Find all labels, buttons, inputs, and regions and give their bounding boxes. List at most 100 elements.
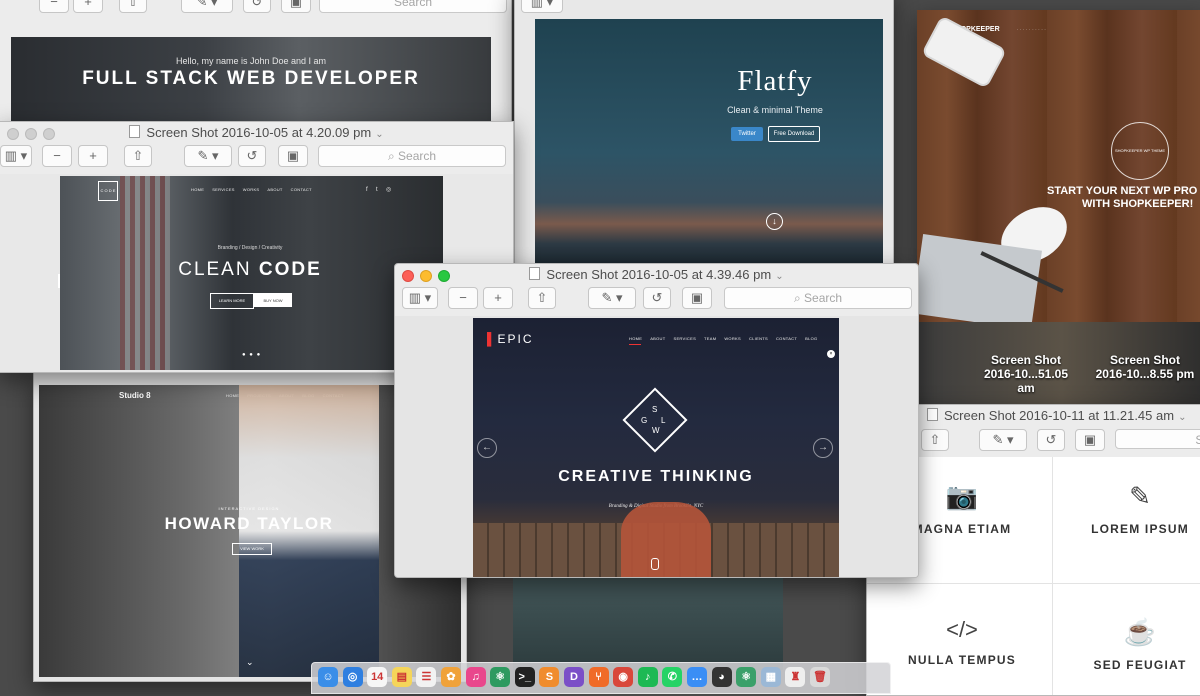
diamond-letter: W xyxy=(652,426,660,435)
zoom-in-button[interactable]: + xyxy=(483,287,513,309)
dock-chrome-icon[interactable]: ◉ xyxy=(613,667,634,687)
next-slide-button[interactable]: → xyxy=(813,438,833,458)
epic-logo-text: EPIC xyxy=(497,332,534,346)
dock-whatsapp-icon[interactable]: ✆ xyxy=(662,667,683,687)
file-label-line1: Screen Shot xyxy=(990,353,1062,367)
nav-link-home[interactable]: HOME xyxy=(629,336,642,341)
dock-atom-2-icon[interactable]: ⚛ xyxy=(736,667,757,687)
clean-code-tagline: Branding / Design / Creativity xyxy=(217,245,283,251)
chevron-down-icon[interactable]: ⌄ xyxy=(1178,412,1186,423)
nav-link-blog[interactable]: BLOG xyxy=(805,336,817,341)
dock-reminders-icon[interactable]: ☰ xyxy=(416,667,437,687)
dock-notes-icon[interactable]: ▤ xyxy=(391,667,412,687)
toolbox-button[interactable]: ▣ xyxy=(1075,429,1105,451)
dock-github-icon[interactable]: ◕ xyxy=(711,667,732,687)
zoom-out-button[interactable]: − xyxy=(448,287,478,309)
scroll-down-icon[interactable]: ⌄ xyxy=(246,657,254,668)
dock-dash-icon[interactable]: D xyxy=(564,667,584,687)
dock-itunes-icon[interactable]: ♫ xyxy=(465,667,486,687)
free-download-button[interactable]: Free Download xyxy=(768,126,820,142)
grid-divider-h xyxy=(867,583,1200,584)
background-shot-bottom xyxy=(513,575,783,670)
dock-preview-icon[interactable]: ▦ xyxy=(760,667,781,687)
scroll-down-icon[interactable]: ↓ xyxy=(766,213,783,230)
dock-atom-icon[interactable]: ⚛ xyxy=(490,667,511,687)
slider-dots[interactable]: ● ● ● xyxy=(242,352,261,358)
instagram-icon[interactable]: ◎ xyxy=(386,187,392,193)
nav-link-about[interactable]: ABOUT xyxy=(650,336,665,341)
nav-link-team[interactable]: TEAM xyxy=(704,336,716,341)
share-button[interactable]: ⇧ xyxy=(124,145,152,167)
window-epic[interactable]: Screen Shot 2016-10-05 at 4.39.46 pm ⌄ ▥ … xyxy=(394,263,919,578)
nav-link-home[interactable]: HOME xyxy=(226,393,239,398)
desktop-file-1[interactable]: Screen Shot 2016-10...51.05 am xyxy=(982,353,1070,395)
markup-button[interactable]: ✎ ▾ xyxy=(181,0,233,13)
dock-safari-icon[interactable]: ◎ xyxy=(342,667,363,687)
share-button[interactable]: ⇧ xyxy=(119,0,147,13)
zoom-out-button[interactable]: − xyxy=(42,145,72,167)
window-shopkeeper[interactable]: SHOPKEEPER · · · · · · · · · · SHOPKEEPE… xyxy=(917,10,1200,322)
sidebar-button[interactable]: ▥ ▾ xyxy=(402,287,438,309)
feature-label: NULLA TEMPUS xyxy=(908,653,1016,667)
rotate-button[interactable]: ↺ xyxy=(643,287,671,309)
dock-messages-icon[interactable]: … xyxy=(687,667,707,687)
twitter-icon[interactable]: t xyxy=(376,187,378,193)
chevron-down-icon[interactable]: ⌄ xyxy=(375,129,383,140)
dock-unknown-icon[interactable]: ♜ xyxy=(785,667,806,687)
desktop-file-2[interactable]: Screen Shot 2016-10...8.55 pm xyxy=(1090,353,1200,381)
dock-finder-icon[interactable]: ☺ xyxy=(318,667,338,687)
epic-logo-mark: ▌ xyxy=(487,332,498,346)
dock-photos-icon[interactable]: ✿ xyxy=(441,667,461,687)
share-button[interactable]: ⇧ xyxy=(921,429,949,451)
rotate-button[interactable]: ↺ xyxy=(238,145,266,167)
buy-now-button[interactable]: BUY NOW xyxy=(254,293,292,307)
dock-sourcetree-icon[interactable]: ⑂ xyxy=(588,667,609,687)
zoom-out-button[interactable]: − xyxy=(39,0,69,13)
nav-link-about[interactable]: ABOUT xyxy=(267,187,282,192)
dock-trash-icon[interactable]: 🗑 xyxy=(810,667,830,687)
markup-button[interactable]: ✎ ▾ xyxy=(184,145,232,167)
shopkeeper-headline-1: START YOUR NEXT WP PRO xyxy=(1047,185,1198,197)
zoom-in-button[interactable]: + xyxy=(78,145,108,167)
dock-spotify-icon[interactable]: ♪ xyxy=(637,667,658,687)
toolbox-button[interactable]: ▣ xyxy=(278,145,308,167)
close-overlay-icon[interactable]: × xyxy=(827,350,835,358)
markup-button[interactable]: ✎ ▾ xyxy=(979,429,1027,451)
dock-terminal-icon[interactable]: >_ xyxy=(514,667,535,687)
toolbox-button[interactable]: ▣ xyxy=(682,287,712,309)
toolbar: ▥ ▾ − + ⇧ ✎ ▾ ↺ ▣ ⌕ Search xyxy=(395,285,918,313)
nav-link-contact[interactable]: CONTACT xyxy=(776,336,797,341)
twitter-button[interactable]: Twitter xyxy=(731,127,763,141)
nav-link-home[interactable]: HOME xyxy=(191,187,204,192)
toolbox-button[interactable]: ▣ xyxy=(281,0,311,13)
prev-slide-button[interactable]: ← xyxy=(477,438,497,458)
rotate-button[interactable]: ↺ xyxy=(1037,429,1065,451)
sidebar-button[interactable]: ▥ ▾ xyxy=(521,0,563,13)
facebook-icon[interactable]: f xyxy=(366,187,368,193)
dock-calendar-icon[interactable]: 14 xyxy=(367,667,388,687)
rotate-button[interactable]: ↺ xyxy=(243,0,271,13)
share-button[interactable]: ⇧ xyxy=(528,287,556,309)
window-flatfy[interactable]: ▥ ▾ Flatfy Clean & minimal Theme Twitter… xyxy=(514,0,894,268)
scroll-mouse-icon[interactable] xyxy=(651,558,659,570)
chevron-down-icon[interactable]: ⌄ xyxy=(775,271,783,282)
nav-link-clients[interactable]: CLIENTS xyxy=(749,336,768,341)
search-input[interactable]: ⌕ Search xyxy=(724,287,912,309)
feature-sed-feugiat: ☕ SED FEUGIAT xyxy=(1075,617,1200,672)
view-work-button[interactable]: VIEW WORK xyxy=(232,543,272,555)
nav-link-works[interactable]: WORKS xyxy=(243,187,260,192)
sidebar-button[interactable]: ▥ ▾ xyxy=(0,145,32,167)
zoom-in-button[interactable]: + xyxy=(73,0,103,13)
nav-link-services[interactable]: SERVICES xyxy=(673,336,696,341)
markup-button[interactable]: ✎ ▾ xyxy=(588,287,636,309)
search-input[interactable]: Se xyxy=(1115,429,1200,449)
nav-link-services[interactable]: SERVICES xyxy=(212,187,235,192)
learn-more-button[interactable]: LEARN MORE xyxy=(210,293,254,309)
search-input[interactable]: Search xyxy=(319,0,507,13)
nav-link-contact[interactable]: CONTACT xyxy=(291,187,312,192)
dock-sublime-icon[interactable]: S xyxy=(539,667,560,687)
search-input[interactable]: ⌕ Search xyxy=(318,145,506,167)
document-icon xyxy=(927,408,938,421)
nav-link-works[interactable]: WORKS xyxy=(724,336,741,341)
window-john-doe[interactable]: − + ⇧ ✎ ▾ ↺ ▣ Search Hello, my name is J… xyxy=(0,0,512,130)
